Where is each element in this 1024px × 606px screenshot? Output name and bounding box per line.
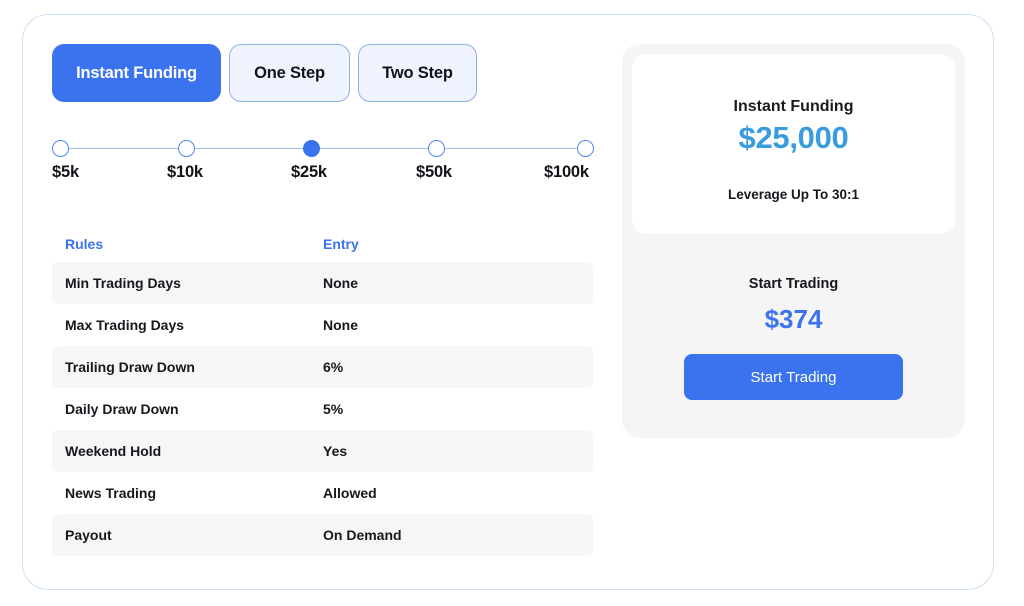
rule-entry: Yes [323, 443, 348, 459]
tab-instant-funding[interactable]: Instant Funding [52, 44, 221, 102]
slider-label-25k: $25k [291, 163, 327, 181]
rule-entry: None [323, 317, 358, 333]
slider-track [60, 148, 586, 149]
slider-stop-100k[interactable] [577, 140, 594, 157]
table-row: Weekend Hold Yes [52, 430, 593, 472]
slider-label-10k: $10k [167, 163, 203, 181]
rule-name: Min Trading Days [65, 275, 181, 291]
account-amount: $25,000 [738, 120, 849, 155]
table-row: Min Trading Days None [52, 262, 593, 304]
slider-label-50k: $50k [416, 163, 452, 181]
rule-name: Daily Draw Down [65, 401, 179, 417]
rule-name: Trailing Draw Down [65, 359, 195, 375]
plan-price: $374 [764, 304, 823, 334]
rule-name: News Trading [65, 485, 157, 501]
slider-stop-50k[interactable] [428, 140, 445, 157]
table-row: Trailing Draw Down 6% [52, 346, 593, 388]
rule-entry: On Demand [323, 527, 402, 543]
rule-entry: Allowed [323, 485, 377, 501]
plan-title: Instant Funding [733, 98, 854, 115]
table-row: News Trading Allowed [52, 472, 593, 514]
slider-stop-5k[interactable] [52, 140, 69, 157]
slider-label-5k: $5k [52, 163, 79, 181]
slider-label-100k: $100k [544, 163, 589, 181]
slider-stop-10k[interactable] [178, 140, 195, 157]
table-row: Daily Draw Down 5% [52, 388, 593, 430]
rule-entry: None [323, 275, 358, 291]
rule-name: Weekend Hold [65, 443, 162, 459]
rule-entry: 6% [323, 359, 344, 375]
tab-one-step[interactable]: One Step [229, 44, 350, 102]
start-trading-button[interactable]: Start Trading [684, 354, 903, 400]
rule-name: Max Trading Days [65, 317, 185, 333]
rule-name: Payout [65, 527, 112, 543]
leverage-text: Leverage Up To 30:1 [727, 187, 860, 202]
account-size-slider[interactable]: $5k $10k $25k $50k $100k [52, 140, 594, 190]
summary-panel: Instant Funding $25,000 Leverage Up To 3… [622, 44, 965, 438]
entry-column-header: Entry [323, 236, 359, 252]
table-row: Max Trading Days None [52, 304, 593, 346]
table-row: Payout On Demand [52, 514, 593, 556]
plan-tabs: Instant Funding One Step Two Step [52, 44, 477, 102]
rules-table: Rules Entry Min Trading Days None Max Tr… [52, 226, 593, 556]
rules-column-header: Rules [65, 236, 104, 252]
slider-stop-25k[interactable] [303, 140, 320, 157]
tab-two-step[interactable]: Two Step [358, 44, 477, 102]
summary-top-card: Instant Funding $25,000 Leverage Up To 3… [632, 54, 955, 234]
rules-table-header: Rules Entry [52, 226, 593, 262]
start-trading-label: Start Trading [748, 276, 839, 292]
rule-entry: 5% [323, 401, 344, 417]
